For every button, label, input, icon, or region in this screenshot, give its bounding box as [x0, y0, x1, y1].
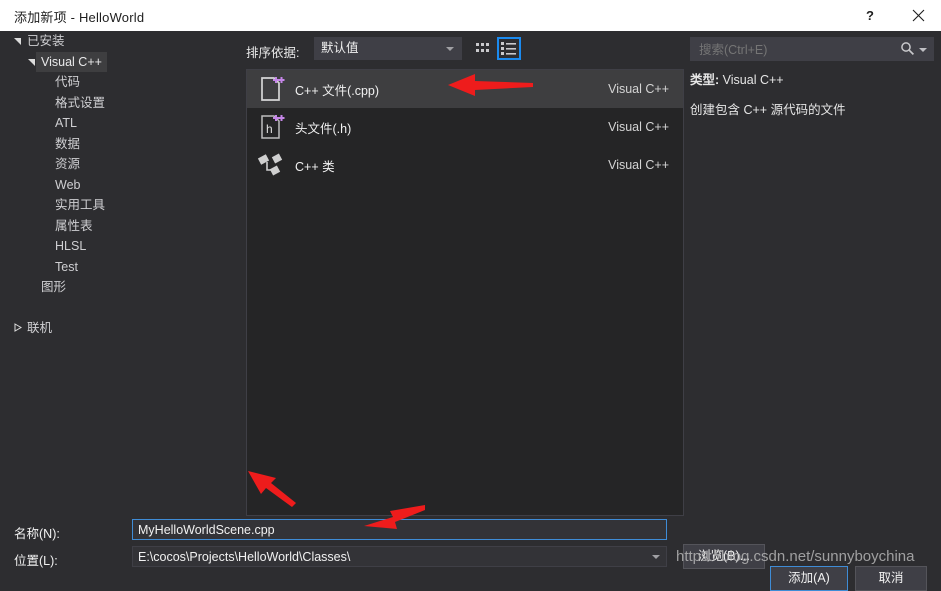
tiles-view-icon: [471, 43, 495, 63]
tree-item-Web[interactable]: Web: [3, 175, 240, 196]
tree-item-属性表[interactable]: 属性表: [3, 216, 240, 237]
template-name: 头文件(.h): [295, 121, 352, 136]
detail-description: 创建包含 C++ 源代码的文件: [690, 103, 846, 117]
triangle-down-icon[interactable]: [9, 31, 25, 52]
tree-item-label: 属性表: [55, 218, 93, 233]
tree-item-实用工具[interactable]: 实用工具: [3, 195, 240, 216]
header-file-icon: h: [247, 112, 295, 142]
tree-item-label: Web: [55, 177, 81, 192]
tree-item-图形[interactable]: 图形: [3, 277, 240, 298]
tiles-view-button[interactable]: [471, 37, 495, 60]
tree-item-label: 资源: [55, 157, 81, 171]
tree-item-数据[interactable]: 数据: [3, 134, 240, 155]
close-icon: [912, 9, 925, 22]
sort-toolbar: 排序依据: 默认值: [246, 37, 684, 63]
detail-type-row: 类型: Visual C++: [690, 69, 934, 88]
tree-item-格式设置[interactable]: 格式设置: [3, 93, 240, 114]
tree-item-label: 已安装: [27, 34, 65, 48]
location-input[interactable]: [132, 546, 667, 567]
tree-item-已安装[interactable]: 已安装: [3, 31, 240, 52]
template-list-item[interactable]: h 头文件(.h) Visual C++: [247, 108, 683, 146]
svg-text:h: h: [266, 122, 273, 136]
template-source: Visual C++: [608, 120, 669, 134]
add-button[interactable]: 添加(A): [770, 566, 848, 591]
search-input[interactable]: [697, 38, 893, 62]
template-list-item[interactable]: C++ 文件(.cpp) Visual C++: [247, 70, 683, 108]
tree-item-label: 图形: [41, 280, 67, 294]
search-icon: [900, 41, 915, 59]
tree-item-Test[interactable]: Test: [3, 257, 240, 278]
cpp-file-icon: [247, 74, 295, 104]
tree-item-联机[interactable]: 联机: [3, 318, 240, 339]
tree-item-label: 联机: [27, 321, 53, 335]
list-view-icon: [499, 42, 519, 61]
help-button[interactable]: ?: [847, 0, 893, 31]
chevron-down-icon: [446, 47, 454, 51]
help-icon: ?: [866, 8, 874, 23]
details-pane: 类型: Visual C++ 创建包含 C++ 源代码的文件: [690, 69, 934, 516]
tree-item-HLSL[interactable]: HLSL: [3, 236, 240, 257]
sort-by-label: 排序依据:: [246, 46, 300, 60]
template-source: Visual C++: [608, 158, 669, 172]
title-bar: 添加新项 - HelloWorld ?: [0, 0, 941, 32]
tree-item-ATL[interactable]: ATL: [3, 113, 240, 134]
template-name: C++ 类: [295, 159, 335, 174]
tree-item-label: 格式设置: [55, 95, 106, 110]
tree-item-资源[interactable]: 资源: [3, 154, 240, 175]
tree-item-label: 代码: [55, 75, 81, 89]
tree-item-label: 数据: [55, 136, 81, 151]
detail-type-value: Visual C++: [722, 73, 784, 87]
templates-list[interactable]: C++ 文件(.cpp) Visual C++ h 头文件(.h) Visual C++…: [246, 69, 684, 516]
tree-item-label: Visual C++: [36, 51, 107, 72]
list-view-button[interactable]: [497, 37, 521, 60]
tree-item-代码[interactable]: 代码: [3, 72, 240, 93]
triangle-right-icon[interactable]: [9, 318, 25, 339]
dialog-body: 已安装 Visual C++ 代码格式设置 ATL 数据资源 Web 实用工具属性表 HLSL…: [0, 31, 941, 591]
search-dropdown-icon[interactable]: [919, 48, 927, 52]
detail-type-label: 类型:: [690, 73, 720, 87]
close-button[interactable]: [895, 0, 941, 31]
cancel-button[interactable]: 取消: [855, 566, 927, 591]
template-source: Visual C++: [608, 82, 669, 96]
dialog-title: 添加新项 - HelloWorld: [14, 10, 145, 25]
tree-item-label: Test: [55, 259, 78, 274]
sort-by-value: 默认值: [321, 41, 359, 55]
add-new-item-dialog: 添加新项 - HelloWorld ? 已安装 Visual C++ 代码格式设置 A…: [0, 0, 941, 591]
tree-item-label: 实用工具: [55, 198, 106, 212]
categories-tree[interactable]: 已安装 Visual C++ 代码格式设置 ATL 数据资源 Web 实用工具属性表 HLSL…: [3, 31, 240, 481]
template-name: C++ 文件(.cpp): [295, 83, 380, 98]
name-input[interactable]: [132, 519, 667, 540]
search-box[interactable]: [690, 37, 934, 62]
cpp-class-icon: [247, 150, 295, 180]
location-dropdown-icon[interactable]: [652, 555, 660, 559]
location-label: 位置(L):: [14, 554, 58, 568]
tree-item-Visual C++[interactable]: Visual C++: [3, 51, 240, 72]
template-list-item[interactable]: C++ 类 Visual C++: [247, 146, 683, 184]
tree-item-label: ATL: [55, 116, 77, 130]
tree-item-label: HLSL: [55, 239, 87, 253]
bottom-form: 名称(N): 位置(L): 浏览(B)... 添加(A) 取消: [0, 481, 941, 591]
browse-button[interactable]: 浏览(B)...: [683, 544, 765, 569]
sort-by-combobox[interactable]: 默认值: [314, 37, 462, 60]
tree-item-spacer: [3, 298, 240, 319]
name-label: 名称(N):: [14, 527, 60, 541]
